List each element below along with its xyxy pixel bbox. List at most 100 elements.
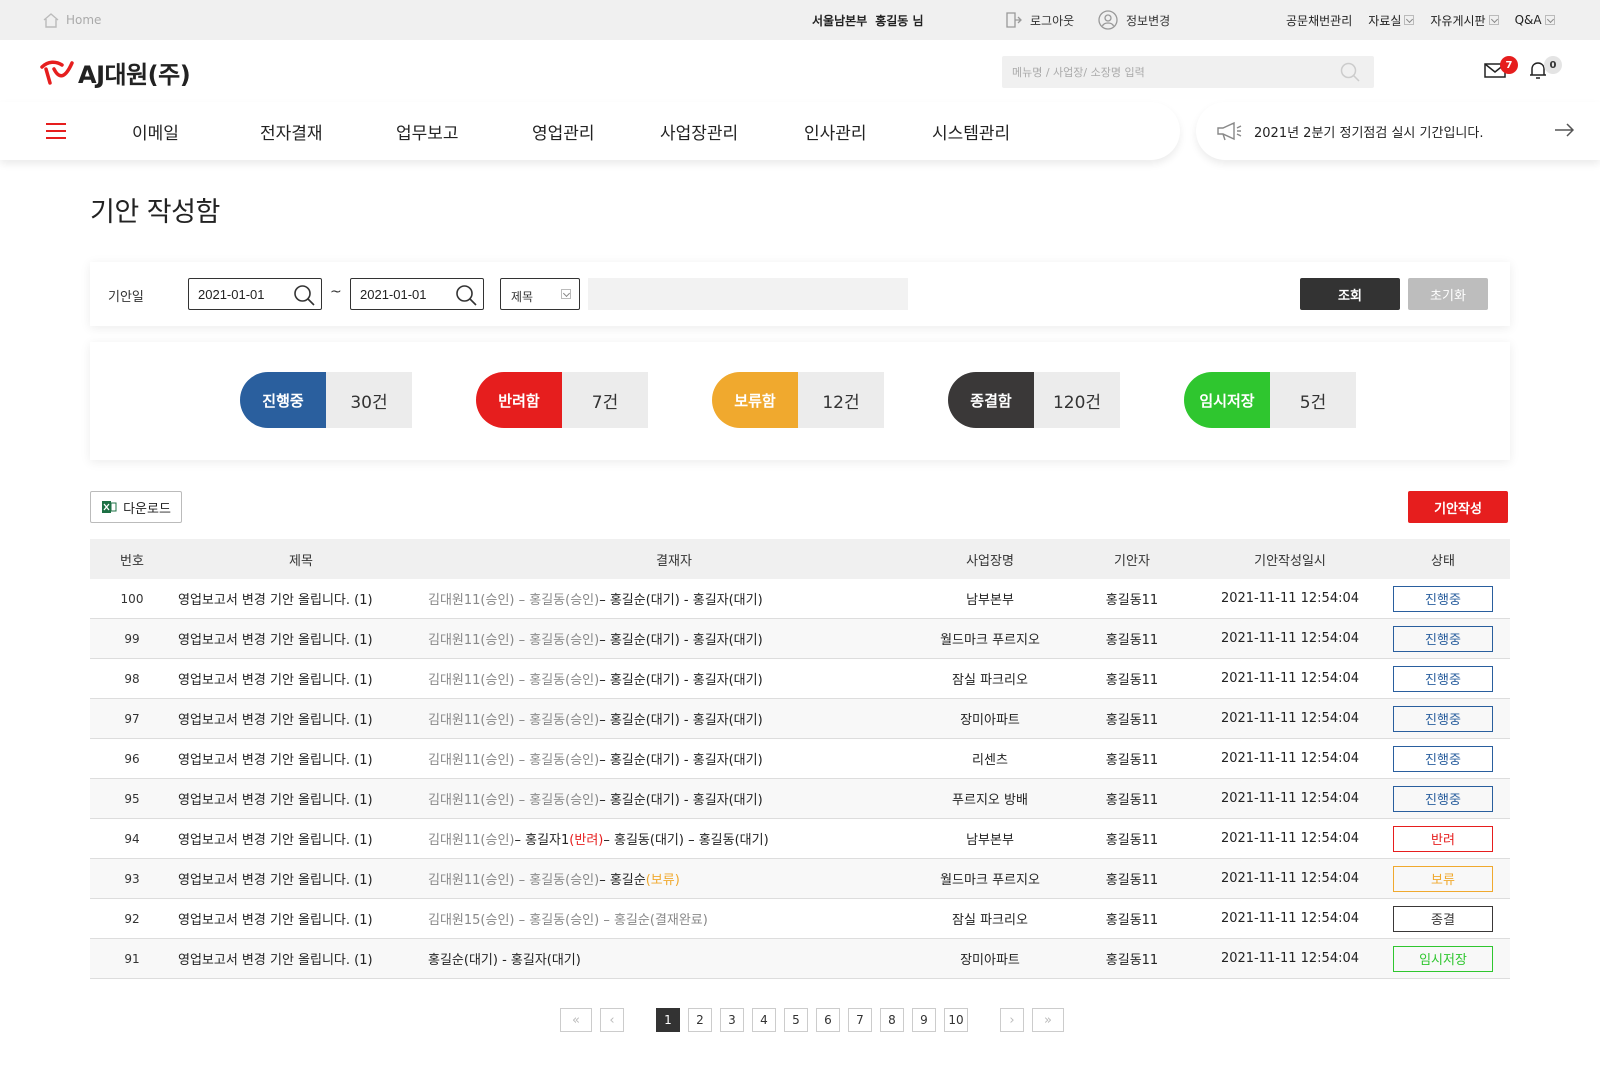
last-page-button[interactable]: »: [1032, 1008, 1064, 1032]
status-badge[interactable]: 진행중: [1393, 745, 1493, 772]
mail-button[interactable]: 7: [1484, 56, 1518, 82]
approver-flag: – 홍길순(보류): [599, 869, 680, 888]
page-number-button[interactable]: 5: [784, 1008, 808, 1032]
cell-approvers: 김대원11(승인) – 홍길자1(반려) – 홍길동(대기) – 홍길동(대기): [428, 819, 920, 858]
home-icon: [43, 13, 59, 28]
brand-logo[interactable]: AJ대원(주): [40, 56, 191, 89]
search-icon[interactable]: [455, 284, 477, 306]
row-title-link[interactable]: 영업보고서 변경 기안 올립니다. (1): [178, 829, 373, 848]
global-search: [1002, 56, 1374, 88]
header-site: 사업장명: [966, 553, 1014, 569]
approver-pending: – 홍길순(대기) - 홍길자(대기): [599, 633, 763, 648]
stat-count: 5건: [1270, 372, 1356, 428]
link-qna[interactable]: Q&A: [1515, 13, 1555, 27]
status-badge[interactable]: 임시저장: [1393, 945, 1493, 972]
page-number-button[interactable]: 9: [912, 1008, 936, 1032]
stat-rejected[interactable]: 반려함 7건: [476, 372, 648, 428]
first-page-button[interactable]: «: [560, 1008, 592, 1032]
page-number-button[interactable]: 7: [848, 1008, 872, 1032]
row-title-link[interactable]: 영업보고서 변경 기안 올립니다. (1): [178, 869, 373, 888]
status-badge[interactable]: 진행중: [1393, 665, 1493, 692]
cell-approvers: 김대원11(승인) – 홍길동(승인) – 홍길순(대기) - 홍길자(대기): [428, 579, 920, 618]
search-field-select[interactable]: 제목: [500, 278, 580, 310]
notification-button[interactable]: 0: [1528, 56, 1562, 84]
date-to-field[interactable]: 2021-01-01: [350, 278, 484, 310]
page-number-button[interactable]: 6: [816, 1008, 840, 1032]
notice-banner[interactable]: 2021년 2분기 정기점검 실시 기간입니다.: [1196, 102, 1600, 160]
nav-item-approval[interactable]: 전자결재: [260, 102, 323, 160]
table-row[interactable]: 91 영업보고서 변경 기안 올립니다. (1) 홍길순(대기) - 홍길자(대기)…: [90, 939, 1510, 979]
status-badge[interactable]: 진행중: [1393, 625, 1493, 652]
nav-item-email[interactable]: 이메일: [132, 102, 179, 160]
search-icon[interactable]: [293, 284, 315, 306]
user-org: 서울남본부: [812, 13, 868, 28]
stat-in-progress[interactable]: 진행중 30건: [240, 372, 412, 428]
keyword-input[interactable]: [588, 278, 908, 310]
nav-item-sales[interactable]: 영업관리: [532, 102, 595, 160]
prev-page-button[interactable]: ‹: [600, 1008, 624, 1032]
write-draft-button[interactable]: 기안작성: [1408, 491, 1508, 523]
cell-status: 진행중: [1376, 739, 1510, 778]
table-row[interactable]: 100 영업보고서 변경 기안 올립니다. (1) 김대원11(승인) – 홍길동(…: [90, 579, 1510, 619]
nav-item-hr[interactable]: 인사관리: [804, 102, 867, 160]
table-row[interactable]: 92 영업보고서 변경 기안 올립니다. (1) 김대원15(승인) – 홍길동(승…: [90, 899, 1510, 939]
stat-closed[interactable]: 종결함 120건: [948, 372, 1120, 428]
notice-text: 2021년 2분기 정기점검 실시 기간입니다.: [1254, 125, 1484, 141]
logout-button[interactable]: 로그아웃: [1004, 0, 1074, 40]
table-row[interactable]: 98 영업보고서 변경 기안 올립니다. (1) 김대원11(승인) – 홍길동(승…: [90, 659, 1510, 699]
link-library[interactable]: 자료실: [1368, 12, 1415, 29]
row-title-link[interactable]: 영업보고서 변경 기안 올립니다. (1): [178, 909, 373, 928]
home-link[interactable]: Home: [42, 0, 101, 40]
status-badge[interactable]: 종결: [1393, 905, 1493, 932]
table-row[interactable]: 94 영업보고서 변경 기안 올립니다. (1) 김대원11(승인) – 홍길자1(…: [90, 819, 1510, 859]
nav-item-site[interactable]: 사업장관리: [660, 102, 738, 160]
page-number-button[interactable]: 10: [944, 1008, 968, 1032]
status-badge[interactable]: 보류: [1393, 865, 1493, 892]
arrow-right-icon[interactable]: [1554, 122, 1574, 138]
row-title-link[interactable]: 영업보고서 변경 기안 올립니다. (1): [178, 749, 373, 768]
table-row[interactable]: 96 영업보고서 변경 기안 올립니다. (1) 김대원11(승인) – 홍길동(승…: [90, 739, 1510, 779]
reset-button[interactable]: 초기화: [1408, 278, 1488, 310]
page-number-button[interactable]: 3: [720, 1008, 744, 1032]
search-icon[interactable]: [1340, 62, 1360, 82]
stat-draft[interactable]: 임시저장 5건: [1184, 372, 1356, 428]
search-button[interactable]: 조회: [1300, 278, 1400, 310]
status-badge[interactable]: 진행중: [1393, 705, 1493, 732]
row-title-link[interactable]: 영업보고서 변경 기안 올립니다. (1): [178, 949, 373, 968]
stat-on-hold[interactable]: 보류함 12건: [712, 372, 884, 428]
cell-title: 영업보고서 변경 기안 올립니다. (1): [174, 779, 428, 818]
hamburger-icon[interactable]: [46, 123, 66, 139]
search-input[interactable]: [1002, 56, 1322, 88]
page-number-button[interactable]: 8: [880, 1008, 904, 1032]
cell-drafter: 홍길동11: [1105, 953, 1159, 968]
status-badge[interactable]: 진행중: [1393, 585, 1493, 612]
next-page-button[interactable]: ›: [1000, 1008, 1024, 1032]
search-field-value: 제목: [511, 290, 534, 304]
cell-drafter: 홍길동11: [1105, 833, 1159, 848]
cell-approvers: 김대원11(승인) – 홍길동(승인) – 홍길순(보류): [428, 859, 920, 898]
approver-pending: – 홍길순(대기) - 홍길자(대기): [599, 593, 763, 608]
cell-no: 95: [124, 791, 140, 806]
row-title-link[interactable]: 영업보고서 변경 기안 올립니다. (1): [178, 629, 373, 648]
row-title-link[interactable]: 영업보고서 변경 기안 올립니다. (1): [178, 789, 373, 808]
nav-item-system[interactable]: 시스템관리: [932, 102, 1010, 160]
table-row[interactable]: 97 영업보고서 변경 기안 올립니다. (1) 김대원11(승인) – 홍길동(승…: [90, 699, 1510, 739]
status-badge[interactable]: 반려: [1393, 825, 1493, 852]
table-row[interactable]: 95 영업보고서 변경 기안 올립니다. (1) 김대원11(승인) – 홍길동(승…: [90, 779, 1510, 819]
row-title-link[interactable]: 영업보고서 변경 기안 올립니다. (1): [178, 669, 373, 688]
table-row[interactable]: 93 영업보고서 변경 기안 올립니다. (1) 김대원11(승인) – 홍길동(승…: [90, 859, 1510, 899]
cell-no: 97: [124, 711, 140, 726]
page-number-button[interactable]: 1: [656, 1008, 680, 1032]
table-row[interactable]: 99 영업보고서 변경 기안 올립니다. (1) 김대원11(승인) – 홍길동(승…: [90, 619, 1510, 659]
date-from-field[interactable]: 2021-01-01: [188, 278, 322, 310]
page-number-button[interactable]: 2: [688, 1008, 712, 1032]
download-button[interactable]: 다운로드: [90, 491, 182, 523]
nav-item-report[interactable]: 업무보고: [396, 102, 459, 160]
page-number-button[interactable]: 4: [752, 1008, 776, 1032]
link-doc-number[interactable]: 공문채번관리: [1286, 12, 1352, 29]
row-title-link[interactable]: 영업보고서 변경 기안 올립니다. (1): [178, 589, 373, 608]
link-board[interactable]: 자유게시판: [1430, 12, 1499, 29]
row-title-link[interactable]: 영업보고서 변경 기안 올립니다. (1): [178, 709, 373, 728]
profile-edit-button[interactable]: 정보변경: [1098, 0, 1170, 40]
status-badge[interactable]: 진행중: [1393, 785, 1493, 812]
